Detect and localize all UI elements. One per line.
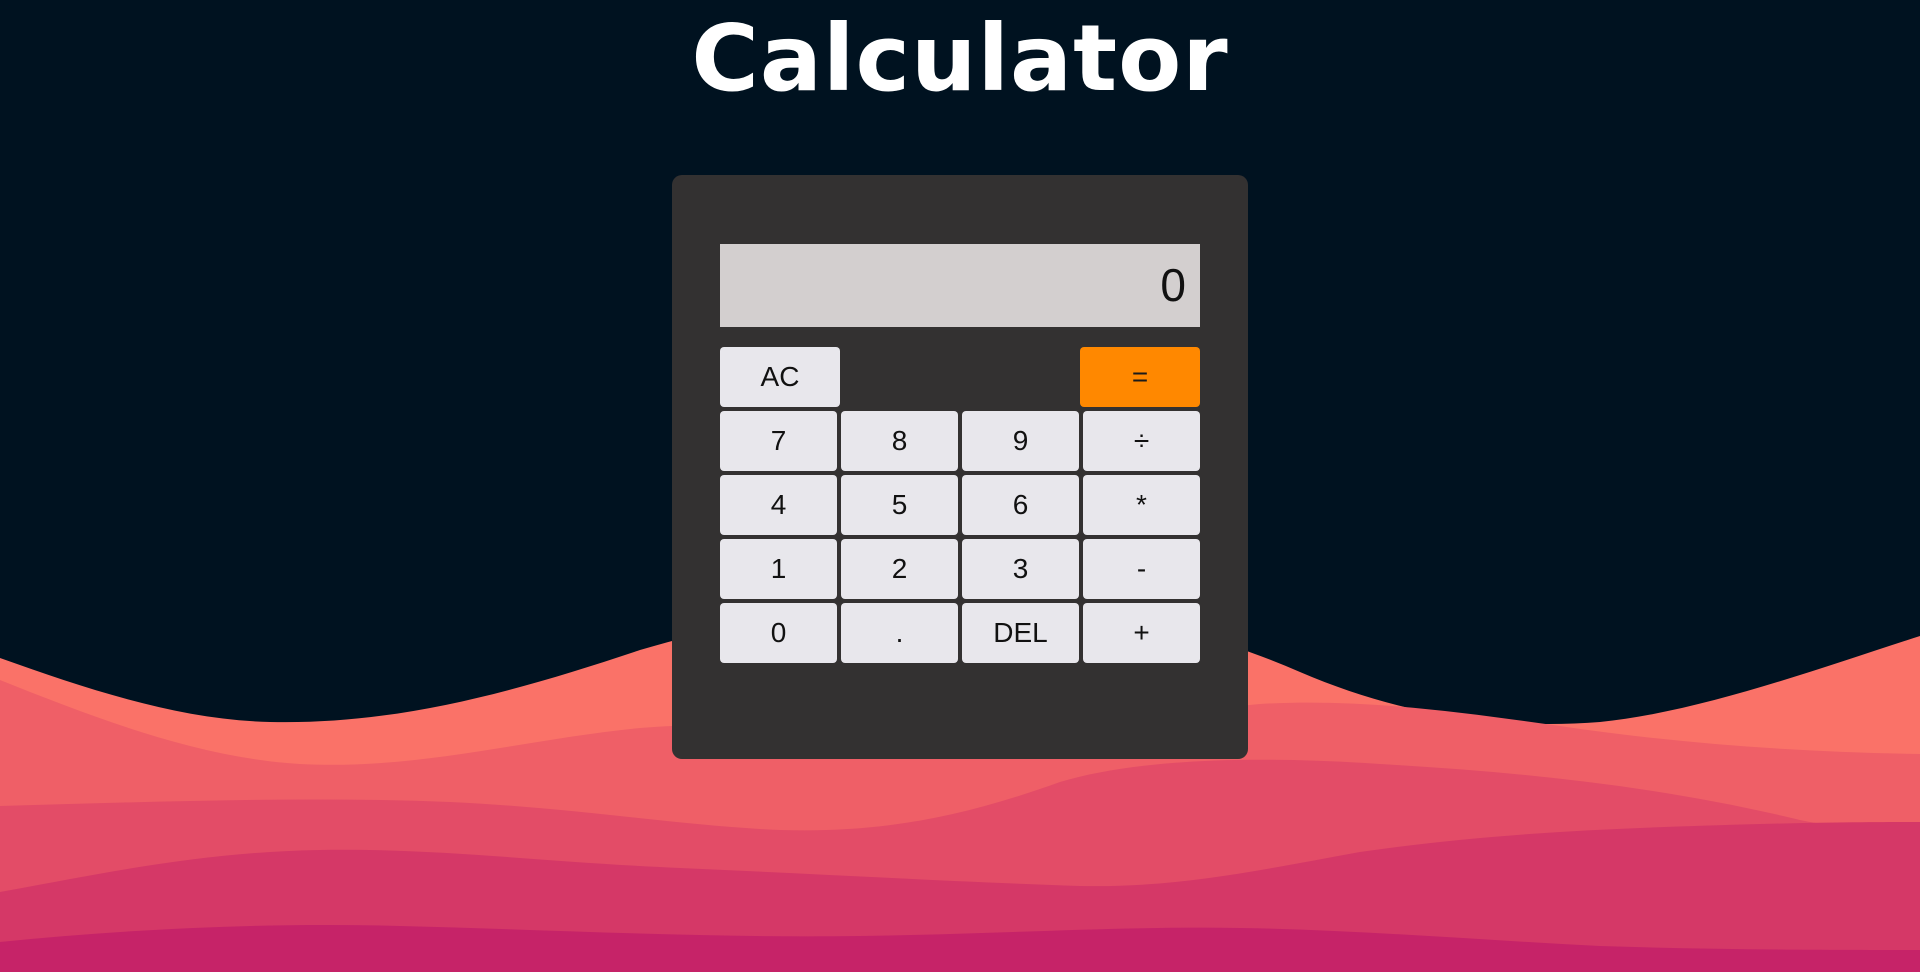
digit-0-button[interactable]: 0	[720, 603, 837, 663]
digit-4-button[interactable]: 4	[720, 475, 837, 535]
digit-5-button[interactable]: 5	[841, 475, 958, 535]
multiply-button[interactable]: *	[1083, 475, 1200, 535]
digit-7-button[interactable]: 7	[720, 411, 837, 471]
digit-9-button[interactable]: 9	[962, 411, 1079, 471]
divide-button[interactable]: ÷	[1083, 411, 1200, 471]
digit-2-button[interactable]: 2	[841, 539, 958, 599]
digit-1-button[interactable]: 1	[720, 539, 837, 599]
calculator: 0 AC = 7 8 9 ÷ 4 5 6 * 1 2 3 - 0 . DEL +	[672, 175, 1248, 759]
add-button[interactable]: +	[1083, 603, 1200, 663]
calculator-display: 0	[720, 244, 1200, 327]
equals-button[interactable]: =	[1080, 347, 1200, 407]
all-clear-button[interactable]: AC	[720, 347, 840, 407]
page-title: Calculator	[691, 5, 1229, 112]
subtract-button[interactable]: -	[1083, 539, 1200, 599]
digit-6-button[interactable]: 6	[962, 475, 1079, 535]
delete-button[interactable]: DEL	[962, 603, 1079, 663]
digit-8-button[interactable]: 8	[841, 411, 958, 471]
digit-3-button[interactable]: 3	[962, 539, 1079, 599]
decimal-point-button[interactable]: .	[841, 603, 958, 663]
